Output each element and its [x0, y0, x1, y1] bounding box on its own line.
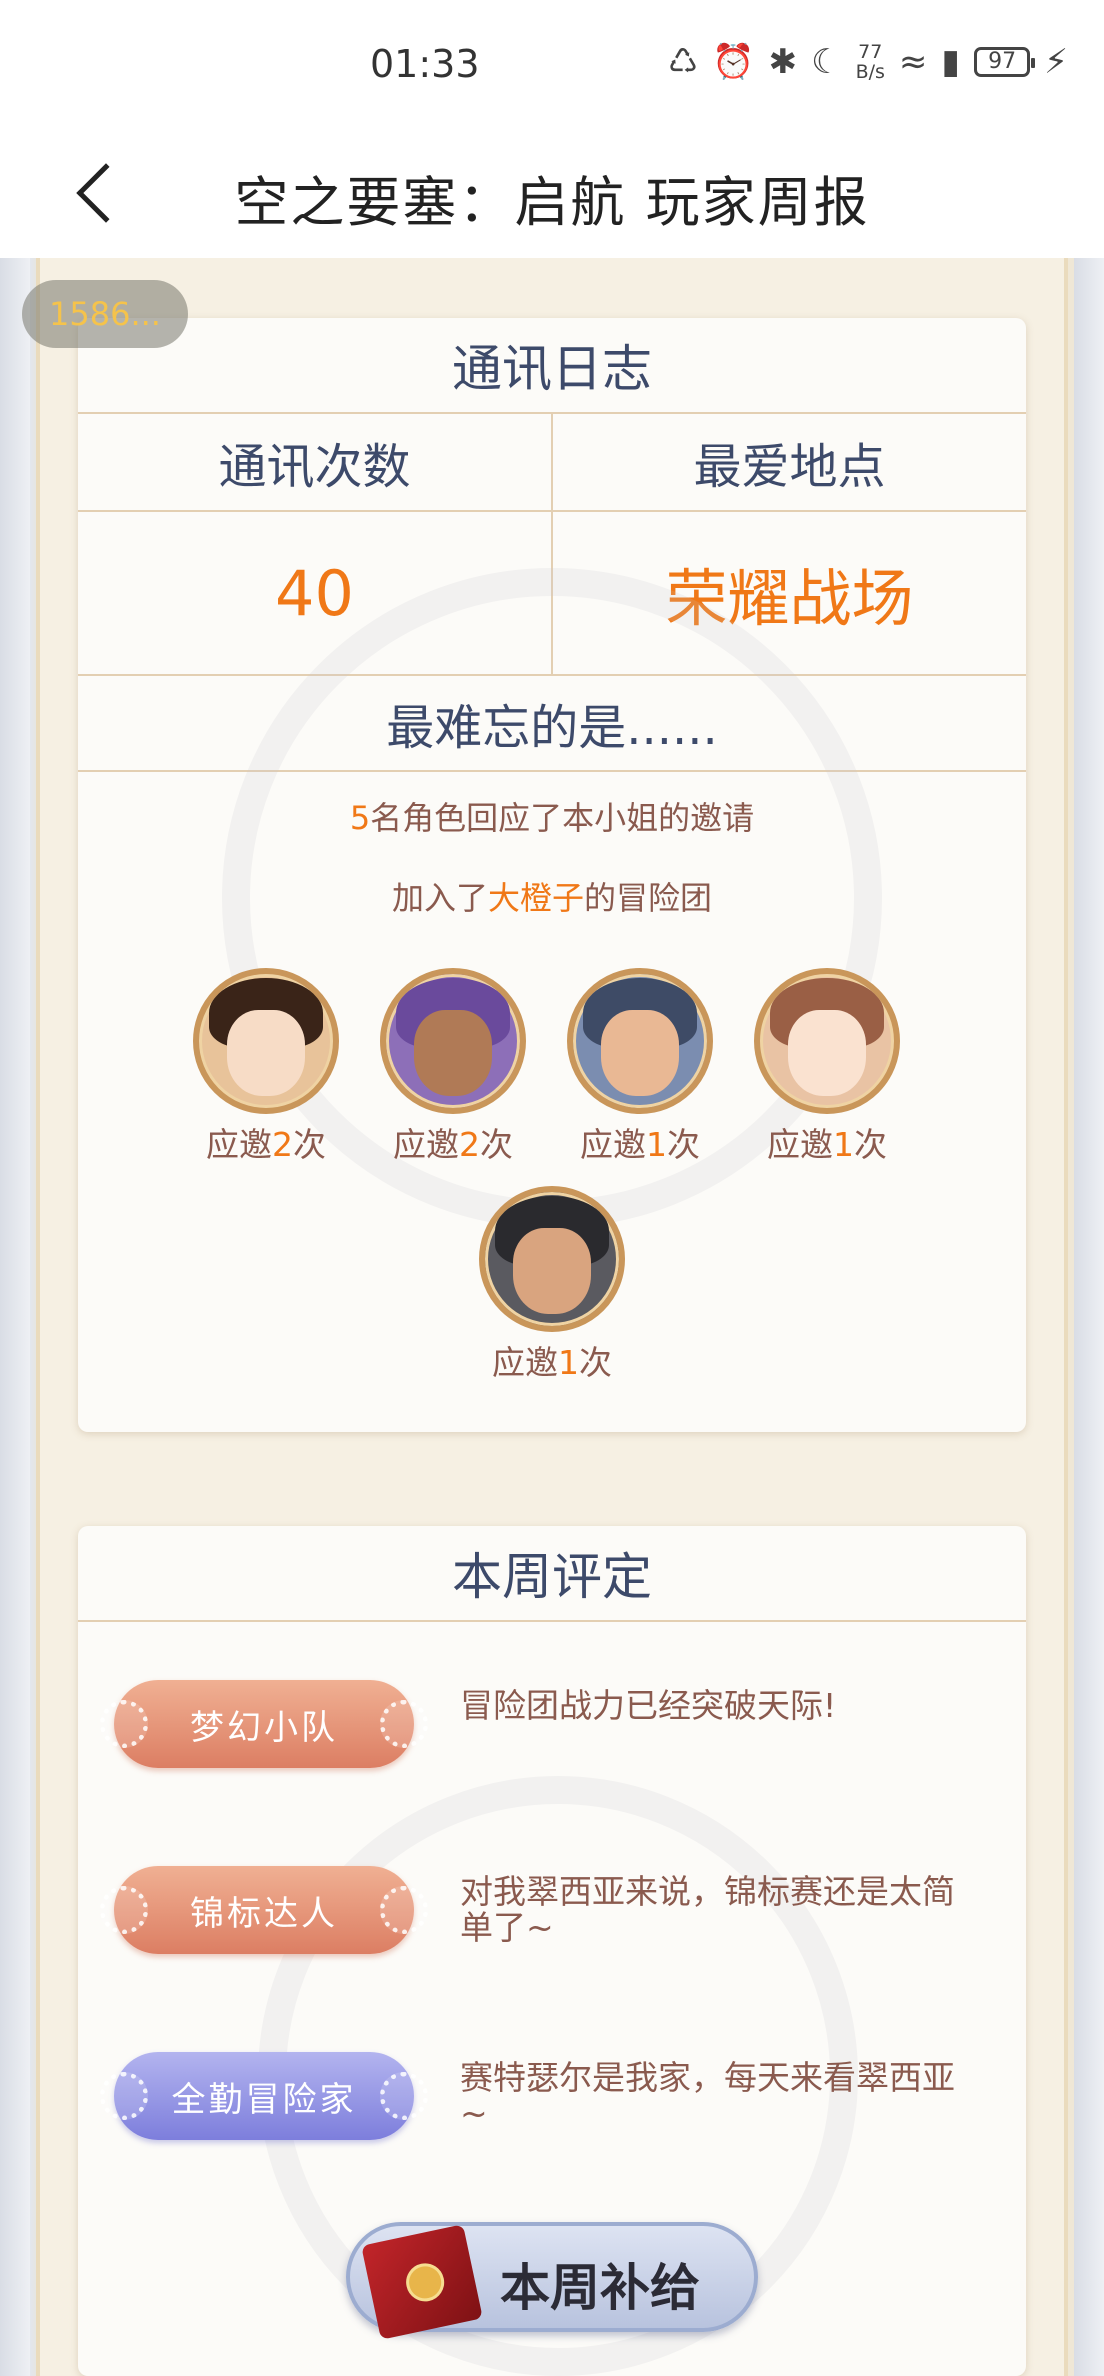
- badge-description: 对我翠西亚来说，锦标赛还是太简单了~: [460, 1872, 955, 1947]
- comm-log-card: 通讯日志 通讯次数 最爱地点 40 荣耀战场 最难忘的是...... 5名角色回…: [78, 318, 1026, 1432]
- moon-icon: ☾: [811, 42, 842, 82]
- hero-caption: 应邀1次: [492, 1343, 612, 1382]
- team-suffix: 的冒险团: [584, 879, 713, 917]
- hero-caption: 应邀1次: [767, 1125, 887, 1164]
- hero-avatar: [567, 968, 713, 1114]
- weekly-rating-card: 本周评定 梦幻小队 冒险团战力已经突破天际! 锦标达人 对我翠西亚来说，锦标赛还…: [78, 1526, 1026, 2376]
- hero-item: 应邀2次: [373, 968, 533, 1166]
- status-bar: 01:33 ♺ ⏰ ✱ ☾ 77 B/s ≈ ▮ 97 ⚡: [0, 0, 1104, 130]
- badge-description: 冒险团战力已经突破天际!: [460, 1686, 837, 1725]
- comm-count-label: 通讯次数: [218, 439, 411, 495]
- bluetooth-icon: ✱: [768, 42, 798, 82]
- badge-description: 赛特瑟尔是我家，每天来看翠西亚~: [460, 2058, 955, 2133]
- net-speed: 77 B/s: [856, 42, 885, 82]
- badge-label: 锦标达人: [190, 1893, 338, 1934]
- nav-bar: 空之要塞：启航 玩家周报: [0, 130, 1104, 258]
- weekly-supply-button[interactable]: 本周补给: [346, 2222, 758, 2340]
- favorite-place-label: 最爱地点: [551, 414, 1026, 510]
- hero-caption: 应邀1次: [580, 1125, 700, 1164]
- alarm-icon: ⏰: [712, 42, 755, 82]
- responders-count: 5: [349, 799, 371, 837]
- hero-avatar: [380, 968, 526, 1114]
- badge-label: 全勤冒险家: [171, 2079, 357, 2120]
- comm-log-header-row: 通讯次数 最爱地点: [78, 414, 1026, 512]
- hero-item: 应邀1次: [560, 968, 720, 1166]
- badge-tournament-master: 锦标达人: [100, 1866, 428, 1954]
- team-line: 加入了大橙子的冒险团: [78, 876, 1026, 920]
- right-edge: [1074, 258, 1104, 2376]
- id-chip[interactable]: 1586...: [22, 280, 188, 348]
- team-prefix: 加入了: [391, 879, 488, 917]
- sync-icon: ♺: [667, 42, 699, 82]
- red-envelope-icon: [361, 2224, 483, 2340]
- hero-item: 应邀1次: [472, 1186, 632, 1384]
- gear-icon: [100, 1700, 148, 1748]
- charging-icon: ⚡: [1044, 42, 1068, 82]
- hero-avatar: [193, 968, 339, 1114]
- net-speed-value: 77: [858, 41, 883, 63]
- hero-avatar: [754, 968, 900, 1114]
- badge-label: 梦幻小队: [190, 1707, 338, 1748]
- comm-log-title: 通讯日志: [78, 318, 1026, 414]
- left-edge: [0, 258, 30, 2376]
- hero-avatar: [479, 1186, 625, 1332]
- responders-text: 名角色回应了本小姐的邀请: [370, 799, 755, 837]
- memorable-label: 最难忘的是......: [78, 676, 1026, 772]
- gear-icon: [380, 1886, 428, 1934]
- gear-icon: [100, 2072, 148, 2120]
- favorite-place-value: 荣耀战场: [551, 512, 1026, 674]
- badge-dream-team: 梦幻小队: [100, 1680, 428, 1768]
- rating-row: 锦标达人 对我翠西亚来说，锦标赛还是太简单了~: [78, 1860, 1026, 1960]
- rating-row: 全勤冒险家 赛特瑟尔是我家，每天来看翠西亚~: [78, 2046, 1026, 2146]
- hero-item: 应邀2次: [186, 968, 346, 1166]
- status-icons: ♺ ⏰ ✱ ☾ 77 B/s ≈ ▮ 97 ⚡: [668, 40, 1068, 84]
- comm-log-value-row: 40 荣耀战场: [78, 512, 1026, 676]
- comm-count-value: 40: [275, 556, 354, 630]
- net-speed-unit: B/s: [855, 61, 885, 83]
- status-time: 01:33: [370, 42, 480, 86]
- hero-item: 应邀1次: [747, 968, 907, 1166]
- gear-icon: [100, 1886, 148, 1934]
- rating-row: 梦幻小队 冒险团战力已经突破天际!: [78, 1674, 1026, 1774]
- signal-5g-icon: ▮: [941, 42, 961, 82]
- battery-indicator: 97: [974, 47, 1036, 77]
- hero-list: 应邀2次 应邀2次 应邀1次 应邀1次 应邀1次: [78, 920, 1026, 1382]
- team-name: 大橙子: [487, 879, 584, 917]
- page-title: 空之要塞：启航 玩家周报: [234, 171, 870, 234]
- wifi-icon: ≈: [898, 42, 928, 82]
- weekly-rating-title: 本周评定: [78, 1526, 1026, 1622]
- gear-icon: [380, 1700, 428, 1748]
- badge-full-attendance: 全勤冒险家: [100, 2052, 428, 2140]
- hero-caption: 应邀2次: [206, 1125, 326, 1164]
- responders-line: 5名角色回应了本小姐的邀请: [78, 796, 1026, 840]
- hero-caption: 应邀2次: [393, 1125, 513, 1164]
- weekly-supply-label: 本周补给: [500, 2258, 700, 2317]
- gear-icon: [380, 2072, 428, 2120]
